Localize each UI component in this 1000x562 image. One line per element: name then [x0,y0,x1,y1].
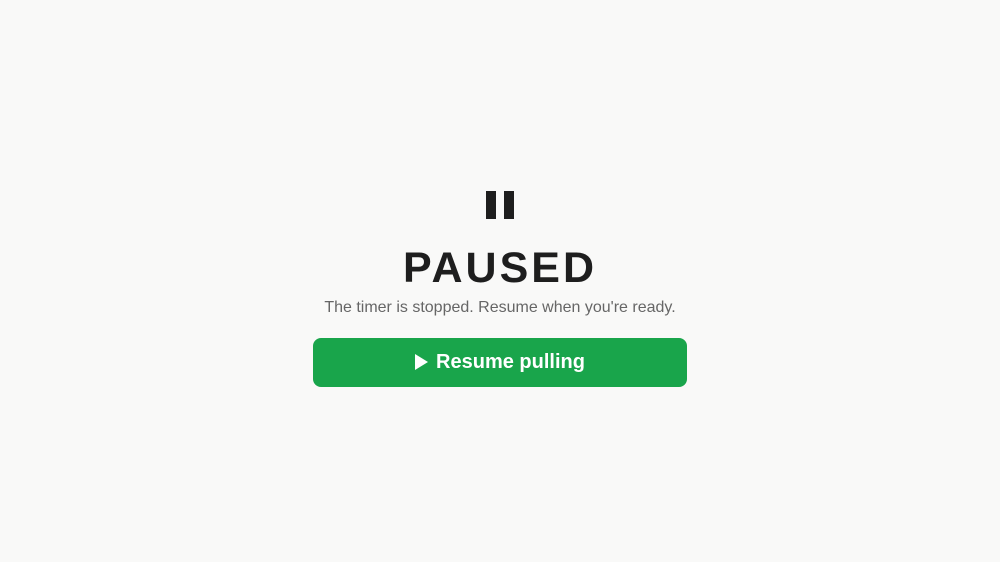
resume-button[interactable]: Resume pulling [313,338,687,387]
pause-icon-bar-right [504,191,514,219]
resume-button-label: Resume pulling [436,351,585,373]
pause-icon [486,191,514,219]
pause-icon-bar-left [486,191,496,219]
page-title: PAUSED [402,244,597,292]
status-message: The timer is stopped. Resume when you're… [324,299,676,316]
play-icon [415,354,429,370]
paused-screen: PAUSED The timer is stopped. Resume when… [0,0,1000,562]
